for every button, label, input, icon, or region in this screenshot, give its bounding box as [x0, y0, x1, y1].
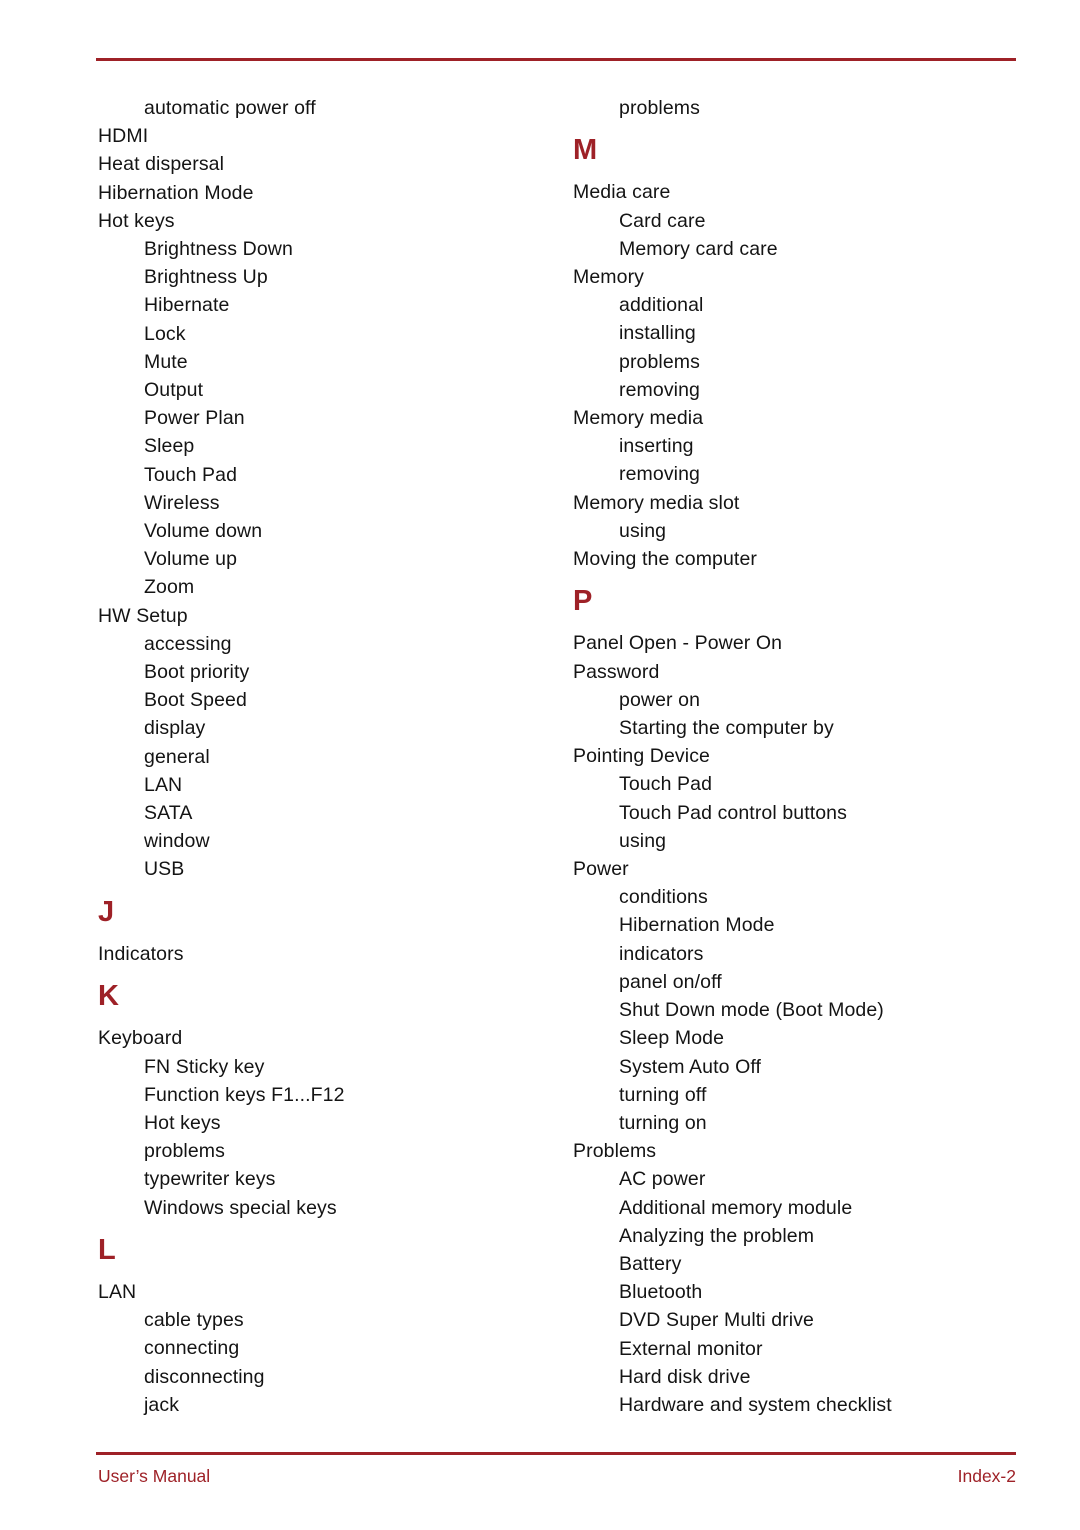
- index-subentry: additional: [619, 294, 704, 317]
- index-subentry: installing: [619, 322, 696, 345]
- index-entry: LAN: [98, 1280, 137, 1303]
- page-footer: User’s Manual Index-2: [96, 1463, 1016, 1493]
- index-subentry: inserting: [619, 435, 694, 458]
- index-entry: Hot keys: [98, 209, 175, 232]
- index-entry: Memory: [573, 266, 645, 289]
- index-subentry: connecting: [144, 1337, 240, 1360]
- index-subentry: Wireless: [144, 491, 220, 514]
- index-subentry: Touch Pad control buttons: [619, 801, 847, 824]
- index-subentry: Function keys F1...F12: [144, 1083, 345, 1106]
- index-subentry: DVD Super Multi drive: [619, 1309, 814, 1332]
- index-subentry: Zoom: [144, 576, 195, 599]
- index-subentry: turning off: [619, 1083, 707, 1106]
- index-subentry: problems: [619, 97, 700, 119]
- index-subentry: Windows special keys: [144, 1196, 337, 1219]
- index-subentry: Hot keys: [144, 1111, 221, 1134]
- index-subentry: Power Plan: [144, 407, 245, 430]
- index-subentry: System Auto Off: [619, 1055, 762, 1078]
- index-subentry: using: [619, 519, 667, 542]
- index-subentry: Brightness Down: [144, 238, 293, 261]
- index-subentry: turning on: [619, 1111, 707, 1134]
- index-entry: Memory media slot: [573, 491, 740, 514]
- section-letter-k: K: [98, 980, 120, 1013]
- index-subentry: Output: [144, 379, 204, 402]
- index-entry: Heat dispersal: [98, 153, 225, 176]
- section-letter-j: J: [98, 895, 115, 928]
- index-entry: Keyboard: [98, 1027, 183, 1050]
- index-subentry: indicators: [619, 942, 704, 965]
- index-subentry: using: [619, 829, 667, 852]
- index-subentry: problems: [619, 350, 700, 373]
- index-entry: Password: [573, 660, 660, 683]
- index-entry: HDMI: [98, 125, 149, 148]
- index-subentry: jack: [144, 1393, 180, 1416]
- index-subentry: accessing: [144, 632, 232, 655]
- index-subentry: Mute: [144, 350, 188, 373]
- index-subentry: Brightness Up: [144, 266, 268, 289]
- index-entry: Memory media: [573, 407, 704, 430]
- index-subentry: Volume down: [144, 520, 263, 543]
- index-subentry: removing: [619, 378, 700, 401]
- index-subentry: problems: [144, 1140, 225, 1163]
- section-letter-p: P: [573, 585, 593, 618]
- index-subentry: SATA: [144, 802, 193, 825]
- index-subentry: Additional memory module: [619, 1196, 853, 1219]
- header-rule: [96, 58, 1016, 61]
- index-entry: Panel Open - Power On: [573, 632, 783, 655]
- index-subentry: Bluetooth: [619, 1281, 703, 1304]
- index-subentry: window: [144, 830, 210, 853]
- index-subentry: automatic power off: [144, 97, 316, 119]
- index-subentry: Hard disk drive: [619, 1365, 751, 1388]
- index-subentry: general: [144, 745, 210, 768]
- index-subentry: Battery: [619, 1252, 682, 1275]
- index-subentry: Shut Down mode (Boot Mode): [619, 999, 884, 1022]
- index-subentry: LAN: [144, 773, 183, 796]
- index-entry: Media care: [573, 181, 671, 204]
- index-entry: HW Setup: [98, 604, 188, 627]
- index-subentry: disconnecting: [144, 1365, 265, 1388]
- index-column-right: problems M Media care Card care Memory card …: [573, 94, 1033, 1419]
- index-subentry: Starting the computer by: [619, 717, 834, 740]
- index-subentry: cable types: [144, 1309, 244, 1332]
- index-entry: Power: [573, 858, 629, 881]
- index-entry: Pointing Device: [573, 745, 710, 768]
- index-page: automatic power off HDMI Heat dispersal Hib…: [0, 0, 1080, 1530]
- index-subentry: panel on/off: [619, 970, 722, 993]
- index-subentry: Lock: [144, 322, 186, 345]
- index-subentry: Hibernate: [144, 294, 230, 317]
- footer-manual-label: User’s Manual: [98, 1466, 211, 1486]
- index-subentry: Card care: [619, 209, 706, 232]
- index-subentry: FN Sticky key: [144, 1055, 265, 1078]
- index-subentry: Analyzing the problem: [619, 1224, 815, 1247]
- index-subentry: Sleep Mode: [619, 1027, 725, 1050]
- index-subentry: Touch Pad: [619, 773, 713, 796]
- index-subentry: typewriter keys: [144, 1168, 276, 1191]
- footer-page-number: Index-2: [957, 1466, 1016, 1486]
- index-entry: Moving the computer: [573, 548, 757, 571]
- index-subentry: display: [144, 717, 206, 740]
- index-subentry: Memory card care: [619, 237, 778, 260]
- section-letter-l: L: [98, 1233, 116, 1266]
- index-entry: Hibernation Mode: [98, 181, 254, 204]
- index-entry: Indicators: [98, 942, 184, 965]
- index-subentry: External monitor: [619, 1337, 763, 1360]
- index-subentry: Volume up: [144, 548, 238, 571]
- index-subentry: AC power: [619, 1168, 706, 1191]
- index-subentry: removing: [619, 463, 700, 486]
- index-subentry: power on: [619, 688, 701, 711]
- index-subentry: conditions: [619, 886, 708, 909]
- footer-rule: [96, 1452, 1016, 1455]
- index-subentry: USB: [144, 858, 185, 881]
- index-subentry: Boot priority: [144, 661, 250, 684]
- index-entry: Problems: [573, 1140, 657, 1163]
- index-column-left: automatic power off HDMI Heat dispersal Hib…: [98, 94, 558, 1419]
- index-subentry: Hardware and system checklist: [619, 1393, 892, 1416]
- section-letter-m: M: [573, 134, 598, 167]
- index-subentry: Touch Pad: [144, 463, 238, 486]
- index-subentry: Hibernation Mode: [619, 914, 775, 937]
- index-subentry: Boot Speed: [144, 689, 247, 712]
- index-subentry: Sleep: [144, 435, 195, 458]
